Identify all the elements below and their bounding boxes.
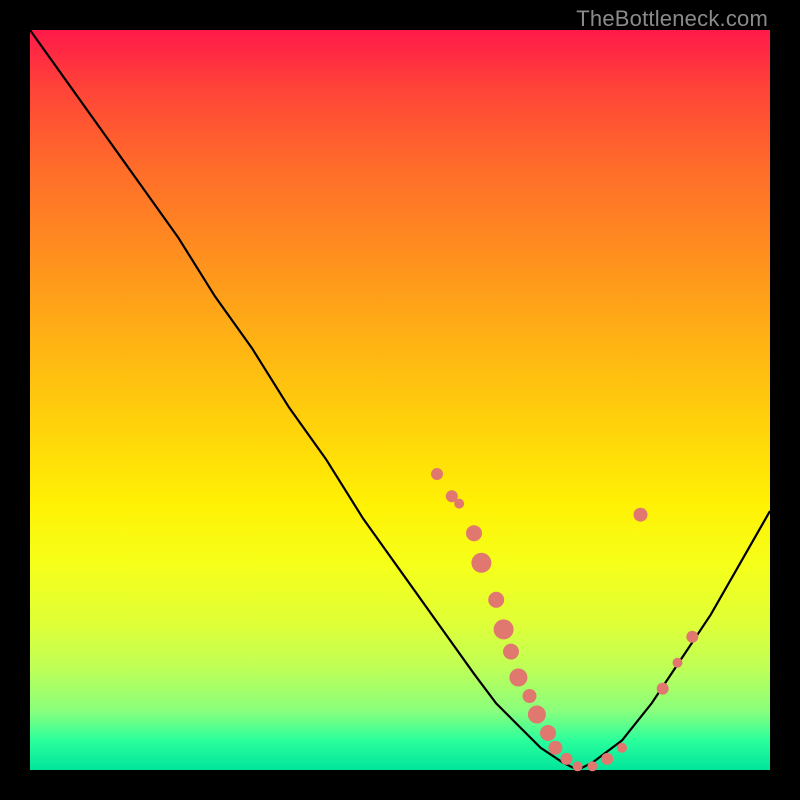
data-marker [431, 468, 443, 480]
data-marker [587, 761, 597, 771]
data-marker [509, 669, 527, 687]
data-marker [528, 706, 546, 724]
data-marker [548, 741, 562, 755]
data-marker [466, 525, 482, 541]
chart-overlay [30, 30, 770, 770]
data-marker [454, 499, 464, 509]
data-marker [471, 553, 491, 573]
data-marker [673, 658, 683, 668]
data-markers [431, 468, 698, 771]
data-marker [657, 683, 669, 695]
data-marker [573, 761, 583, 771]
watermark-text: TheBottleneck.com [576, 6, 768, 32]
data-marker [617, 743, 627, 753]
bottleneck-curve [30, 30, 770, 770]
data-marker [634, 508, 648, 522]
data-marker [540, 725, 556, 741]
data-marker [561, 753, 573, 765]
data-marker [686, 631, 698, 643]
chart-frame: TheBottleneck.com [0, 0, 800, 800]
data-marker [601, 753, 613, 765]
data-marker [494, 619, 514, 639]
data-marker [523, 689, 537, 703]
data-marker [488, 592, 504, 608]
data-marker [503, 644, 519, 660]
